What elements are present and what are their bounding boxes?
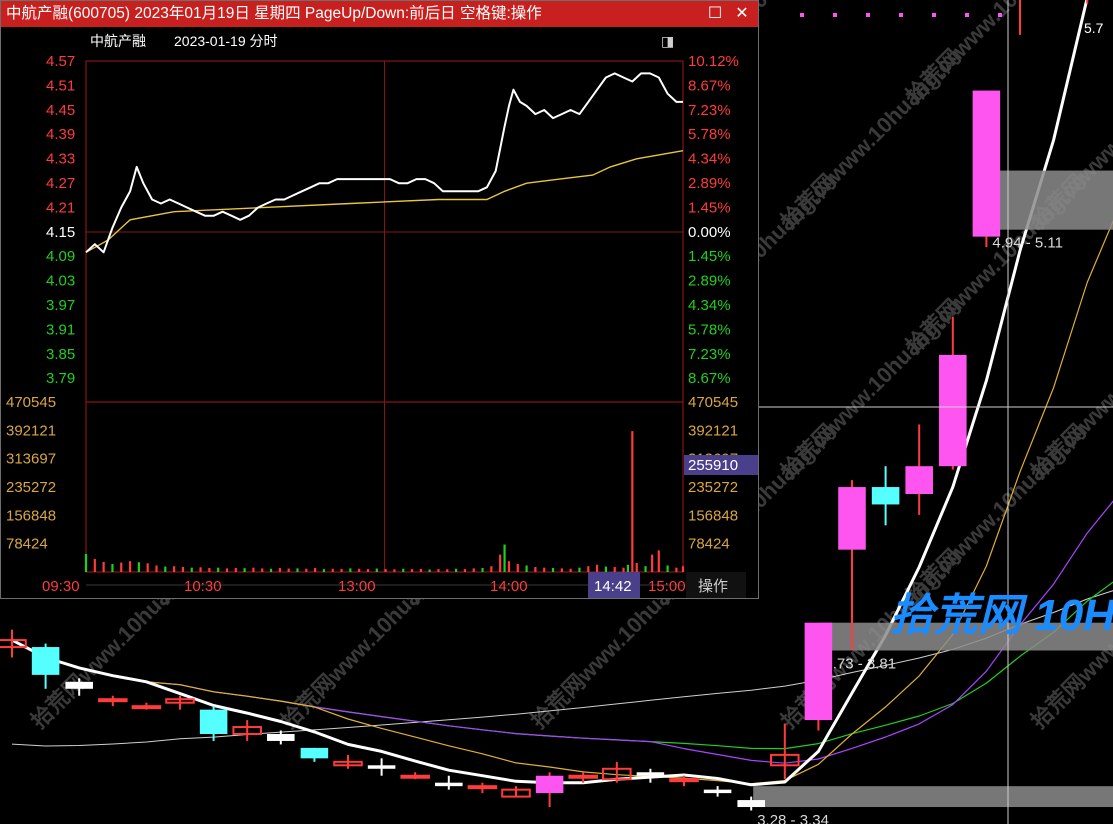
close-icon[interactable]: ✕ <box>731 1 753 27</box>
price-tick-label: 4.15 <box>46 224 75 241</box>
intraday-chart[interactable]: 中航产融 2023-01-19 分时 ◨ 4.57 10.12% 4.51 8.67% 4.4… <box>2 27 758 599</box>
volume-tick-label-left: 78424 <box>6 536 48 553</box>
candle-body <box>905 466 933 495</box>
volume-tick-label-left: 235272 <box>6 479 56 496</box>
pct-tick-label: 8.67% <box>688 77 731 94</box>
site-logo-watermark: 拾荒网 10Huang.CN <box>890 591 1113 640</box>
pct-tick-label: 8.67% <box>688 370 731 387</box>
stock-name: 中航产融 <box>90 33 146 49</box>
candle-body <box>98 698 128 703</box>
volume-tick-label-left: 470545 <box>6 394 56 411</box>
candle-body <box>367 765 396 769</box>
price-tick-label: 4.57 <box>46 53 75 70</box>
pct-tick-label: 7.23% <box>688 102 731 119</box>
signal-dot <box>800 13 804 17</box>
price-tick-label: 3.91 <box>46 321 75 338</box>
pct-tick-label: 0.00% <box>688 224 731 241</box>
time-axis-label: 10:30 <box>184 578 222 595</box>
volume-tick-label-right: 470545 <box>688 394 738 411</box>
candle-body <box>300 747 329 759</box>
candle-body <box>435 782 463 787</box>
candle-body <box>703 789 732 794</box>
pct-tick-label: 2.89% <box>688 273 731 290</box>
price-tick-label: 4.33 <box>46 151 75 168</box>
pct-tick-label: 1.45% <box>688 199 731 216</box>
cursor-volume-label: 255910 <box>688 457 738 474</box>
gap-zone <box>753 786 1113 808</box>
candle-body <box>972 90 1001 237</box>
price-tick-label: 4.45 <box>46 102 75 119</box>
candle-body <box>737 800 765 808</box>
pct-tick-label: 4.34% <box>688 151 731 168</box>
gap-label: 4.94 - 5.11 <box>992 235 1063 252</box>
price-tick-label: 4.39 <box>46 126 75 143</box>
candle-body <box>871 487 900 505</box>
signal-dot <box>998 13 1002 17</box>
candle-body <box>199 709 228 734</box>
price-tick-label: 3.85 <box>46 346 75 363</box>
price-tick-label: 4.03 <box>46 273 75 290</box>
candle-body <box>939 354 967 467</box>
price-tick-label: 4.09 <box>46 248 75 265</box>
pct-tick-label: 4.34% <box>688 297 731 314</box>
price-tick-label: 3.79 <box>46 370 75 387</box>
volume-tick-label-right: 392121 <box>688 422 738 439</box>
volume-tick-label-left: 313697 <box>6 451 56 468</box>
candle-body <box>467 785 498 790</box>
logo-mark-text: 拾荒网 10Huang.CN <box>890 591 1113 640</box>
popup-title: 中航产融(600705) 2023年01月19日 星期四 PageUp/Down… <box>6 5 542 22</box>
price-tick-label: 4.21 <box>46 199 75 216</box>
price-tick-label: 3.97 <box>46 297 75 314</box>
popup-title-bar[interactable]: 中航产融(600705) 2023年01月19日 星期四 PageUp/Down… <box>1 1 758 27</box>
candle-body <box>535 775 564 794</box>
candle-body <box>267 733 295 741</box>
pct-tick-label: 2.89% <box>688 175 731 192</box>
signal-dot <box>932 13 936 17</box>
time-axis-label: 13:00 <box>338 578 376 595</box>
gap-label: 3.28 - 3.34 <box>757 812 829 824</box>
pct-tick-label: 1.45% <box>688 248 731 265</box>
gap-zone <box>988 170 1113 230</box>
time-axis-label: 09:30 <box>42 578 80 595</box>
price-tick-label: 4.27 <box>46 175 75 192</box>
right-edge-price-label: 5.7 <box>1084 20 1104 36</box>
volume-tick-label-right: 235272 <box>688 479 738 496</box>
candle-body <box>568 774 598 779</box>
time-axis-label: 14:00 <box>490 578 528 595</box>
signal-dot <box>866 13 870 17</box>
volume-tick-label-right: 156848 <box>688 507 738 524</box>
candle-body <box>669 778 699 783</box>
candle-body <box>400 774 430 779</box>
signal-dot <box>965 13 969 17</box>
pct-tick-label: 7.23% <box>688 346 731 363</box>
pct-tick-label: 10.12% <box>688 53 739 70</box>
gap-label: 3.73 - 3.81 <box>824 656 896 673</box>
candle-body <box>838 487 866 550</box>
pct-tick-label: 5.78% <box>688 321 731 338</box>
volume-tick-label-left: 156848 <box>6 507 56 524</box>
candle-body <box>65 681 93 689</box>
intraday-popup-window[interactable]: 中航产融(600705) 2023年01月19日 星期四 PageUp/Down… <box>0 0 759 599</box>
candle-body <box>31 647 60 675</box>
signal-dot <box>899 13 903 17</box>
chart-date-label: 2023-01-19 分时 <box>174 33 278 49</box>
signal-dot <box>833 13 837 17</box>
volume-tick-label-right: 78424 <box>688 536 730 553</box>
restore-icon[interactable]: ☐ <box>704 1 726 27</box>
volume-tick-label-left: 392121 <box>6 422 56 439</box>
candle-body <box>636 772 665 776</box>
time-axis-label: 14:42 <box>594 578 632 595</box>
panel-toggle-icon: ◨ <box>661 33 674 49</box>
candle-body <box>804 622 833 721</box>
price-tick-label: 4.51 <box>46 77 75 94</box>
ops-button: 操作 <box>698 578 728 595</box>
time-axis-label: 15:00 <box>648 578 686 595</box>
pct-tick-label: 5.78% <box>688 126 731 143</box>
candle-body <box>131 705 162 710</box>
